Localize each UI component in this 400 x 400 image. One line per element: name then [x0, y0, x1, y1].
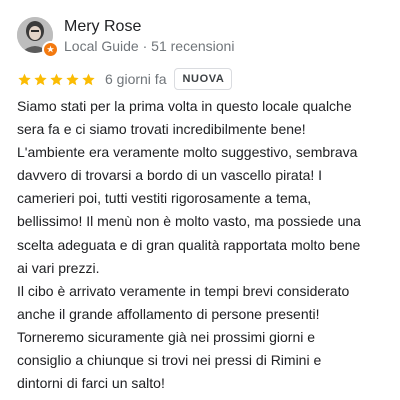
- star-icon: [82, 73, 95, 85]
- reviewer-avatar-container[interactable]: [17, 17, 59, 58]
- local-guide-badge-icon: [42, 41, 59, 58]
- reviewer-name[interactable]: Mery Rose: [64, 17, 141, 37]
- star-rating: [17, 72, 97, 87]
- review-time: 6 giorni fa: [105, 71, 167, 87]
- new-badge: NUOVA: [174, 68, 233, 90]
- reviewer-meta[interactable]: Local Guide · 51 recensioni: [64, 37, 234, 55]
- star-icon: [18, 73, 31, 85]
- rating-row: 6 giorni fa NUOVA: [17, 68, 233, 90]
- review-card: Mery Rose Local Guide · 51 recensioni 6 …: [0, 0, 400, 400]
- star-icon: [66, 73, 79, 85]
- star-icon: [34, 73, 47, 85]
- star-icon: [50, 73, 63, 85]
- review-text: Siamo stati per la prima volta in questo…: [17, 98, 361, 392]
